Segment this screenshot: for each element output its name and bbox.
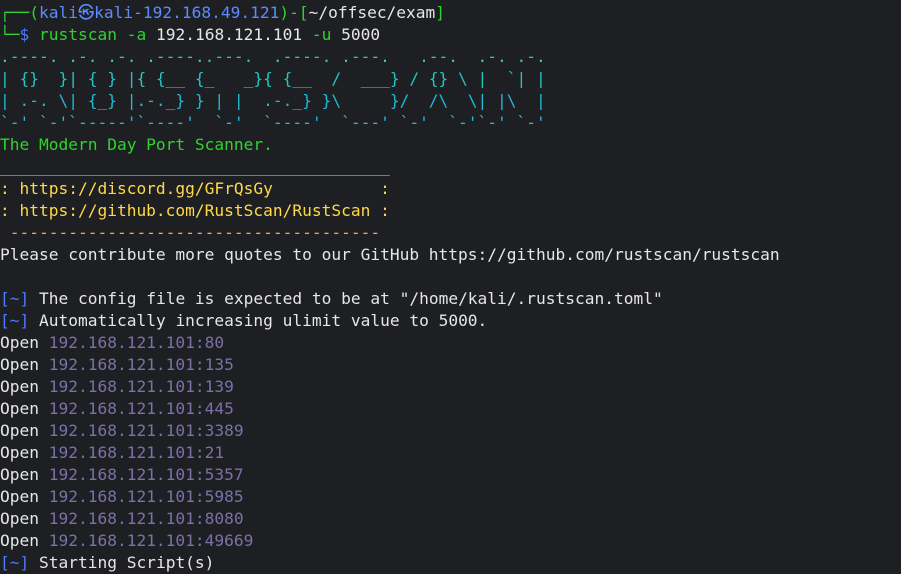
prompt-user: kali xyxy=(39,3,78,22)
open-label: Open xyxy=(0,333,39,352)
command-flag-u: -u xyxy=(311,25,332,44)
command-ulimit: 5000 xyxy=(341,25,381,44)
partial-status-line: [~] Starting Script(s) xyxy=(0,552,901,574)
port-address: 192.168.121.101:21 xyxy=(48,443,225,462)
port-address: 192.168.121.101:5357 xyxy=(48,465,244,484)
open-port-row: Open 192.168.121.101:21 xyxy=(0,442,901,464)
terminal-output[interactable]: ┌──(kali㉿kali-192.168.49.121)-[~/offsec/… xyxy=(0,2,901,574)
info-box-bottom-rule: -------------------------------------- xyxy=(0,223,381,242)
open-label: Open xyxy=(0,509,39,528)
open-label: Open xyxy=(0,443,39,462)
command-target: 192.168.121.101 xyxy=(155,25,303,44)
prompt-close-bracket: )-[ xyxy=(279,3,309,22)
open-label: Open xyxy=(0,465,39,484)
info-box-discord: : https://discord.gg/GFrQsGy : xyxy=(0,179,390,198)
open-port-row: Open 192.168.121.101:49669 xyxy=(0,530,901,552)
port-address: 192.168.121.101:80 xyxy=(48,333,225,352)
port-address: 192.168.121.101:49669 xyxy=(48,531,254,550)
port-address: 192.168.121.101:139 xyxy=(48,377,234,396)
banner-art-line: | .-. \| {_} |.-._} } | | .-._} }\ }/ /\… xyxy=(0,91,546,110)
prompt-header-line: ┌──(kali㉿kali-192.168.49.121)-[~/offsec/… xyxy=(0,2,901,24)
open-port-row: Open 192.168.121.101:139 xyxy=(0,376,901,398)
status-message: [~] Automatically increasing ulimit valu… xyxy=(0,310,901,332)
port-address: 192.168.121.101:3389 xyxy=(48,421,244,440)
banner-tagline: The Modern Day Port Scanner. xyxy=(0,135,273,154)
info-box-top-rule: ________________________________________ xyxy=(0,157,390,176)
open-port-row: Open 192.168.121.101:3389 xyxy=(0,420,901,442)
open-label: Open xyxy=(0,355,39,374)
prompt-path: ~/offsec/exam xyxy=(308,3,436,22)
status-tag: [~] xyxy=(0,311,30,330)
prompt-corner-bottom: └─ xyxy=(0,25,20,44)
status-tag: [~] xyxy=(0,553,30,572)
status-tag: [~] xyxy=(0,289,30,308)
prompt-corner-top: ┌── xyxy=(0,3,30,22)
status-text: Starting Script(s) xyxy=(39,553,215,572)
open-port-row: Open 192.168.121.101:80 xyxy=(0,332,901,354)
prompt-host: kali-192.168.49.121 xyxy=(94,3,280,22)
port-address: 192.168.121.101:135 xyxy=(48,355,234,374)
banner-art-line: .----. .-. .-. .----..---. .----. .---. … xyxy=(0,47,546,66)
open-port-row: Open 192.168.121.101:445 xyxy=(0,398,901,420)
open-port-row: Open 192.168.121.101:8080 xyxy=(0,508,901,530)
info-box-github: : https://github.com/RustScan/RustScan : xyxy=(0,201,390,220)
at-icon: ㉿ xyxy=(77,3,95,22)
banner-art-line: | {} }| { } |{ {__ {_ _}{ {__ / ___} / {… xyxy=(0,69,546,88)
status-message: [~] The config file is expected to be at… xyxy=(0,288,901,310)
port-address: 192.168.121.101:8080 xyxy=(48,509,244,528)
banner-art-line: `-' `-'`-----'`----' `-' `----' `---' `-… xyxy=(0,113,546,132)
command-flag-a: -a xyxy=(126,25,147,44)
port-address: 192.168.121.101:445 xyxy=(48,399,234,418)
quote-line: Please contribute more quotes to our Git… xyxy=(0,245,780,264)
open-port-row: Open 192.168.121.101:135 xyxy=(0,354,901,376)
command-line[interactable]: └─$ rustscan -a 192.168.121.101 -u 5000 xyxy=(0,24,901,46)
open-label: Open xyxy=(0,487,39,506)
status-text: The config file is expected to be at "/h… xyxy=(39,289,663,308)
open-label: Open xyxy=(0,421,39,440)
port-address: 192.168.121.101:5985 xyxy=(48,487,244,506)
open-label: Open xyxy=(0,531,39,550)
prompt-open-paren: ( xyxy=(29,3,39,22)
status-text: Automatically increasing ulimit value to… xyxy=(39,311,488,330)
open-port-row: Open 192.168.121.101:5985 xyxy=(0,486,901,508)
command-name: rustscan xyxy=(39,25,117,44)
open-port-row: Open 192.168.121.101:5357 xyxy=(0,464,901,486)
prompt-dollar: $ xyxy=(19,25,30,44)
prompt-path-close: ] xyxy=(435,3,446,22)
open-label: Open xyxy=(0,377,39,396)
open-label: Open xyxy=(0,399,39,418)
